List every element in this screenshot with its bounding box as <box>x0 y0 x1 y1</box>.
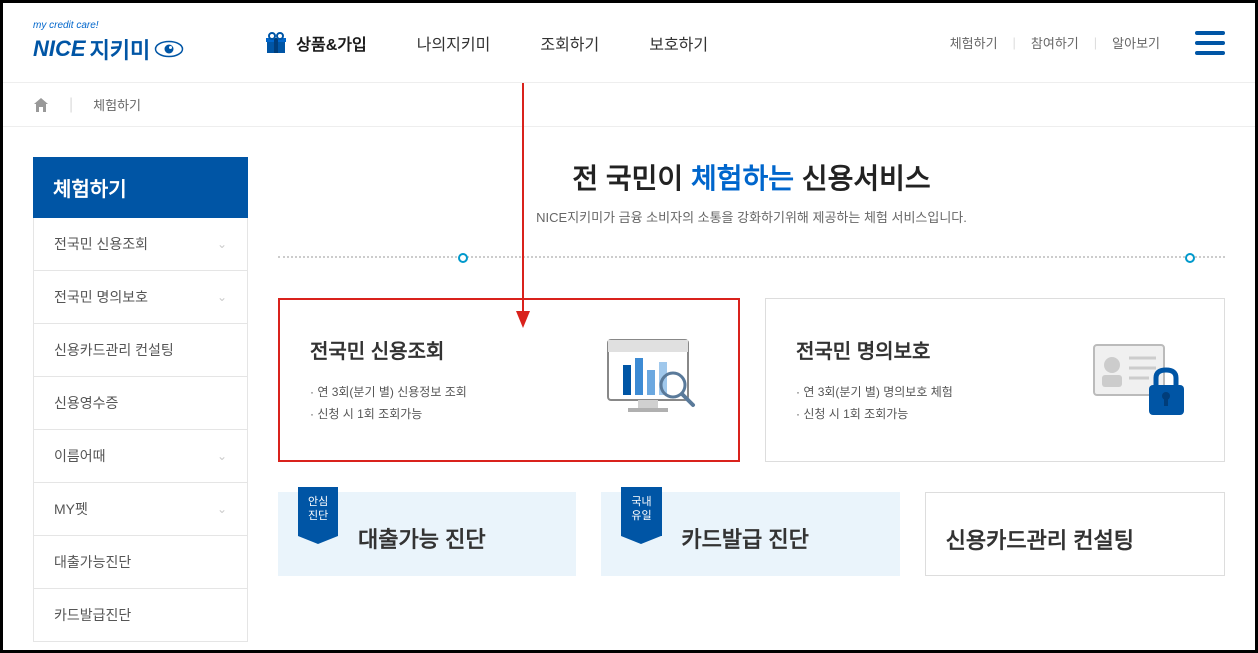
card-identity-protect[interactable]: 전국민 명의보호 · 연 3회(분기 별) 명의보호 체험 · 신청 시 1회 … <box>765 298 1225 462</box>
bottom-cards-row: 안심 진단 대출가능 진단 국내 유일 카드발급 진단 신용카드관리 컨설팅 <box>278 492 1225 576</box>
sidebar-list: 전국민 신용조회 ⌄ 전국민 명의보호 ⌄ 신용카드관리 컨설팅 신용영수증 이… <box>33 218 248 642</box>
eye-icon <box>154 39 184 59</box>
util-participate[interactable]: 참여하기 <box>1031 33 1079 52</box>
logo[interactable]: my credit care! NICE 지키미 <box>33 20 184 65</box>
sidebar-item-card-consulting[interactable]: 신용카드관리 컨설팅 <box>34 324 247 377</box>
sidebar-item-identity-protect[interactable]: 전국민 명의보호 ⌄ <box>34 271 247 324</box>
logo-brand-en: NICE <box>33 36 86 62</box>
card-desc: · 연 3회(분기 별) 신용정보 조회 · 신청 시 1회 조회가능 <box>310 382 598 425</box>
dot-marker-icon <box>1185 253 1195 263</box>
nav-protect[interactable]: 보호하기 <box>649 31 708 55</box>
card-title: 전국민 신용조회 <box>310 335 598 364</box>
bottom-card-title: 신용카드관리 컨설팅 <box>946 523 1204 555</box>
breadcrumb: | 체험하기 <box>3 83 1255 127</box>
divider-dotted <box>278 256 1225 258</box>
id-card-lock-icon <box>1084 330 1194 430</box>
sidebar-item-credit-receipt[interactable]: 신용영수증 <box>34 377 247 430</box>
dot-marker-icon <box>458 253 468 263</box>
chevron-down-icon: ⌄ <box>217 290 227 304</box>
page-subtitle: NICE지키미가 금융 소비자의 소통을 강화하기위해 제공하는 체험 서비스입… <box>278 207 1225 226</box>
sidebar: 체험하기 전국민 신용조회 ⌄ 전국민 명의보호 ⌄ 신용카드관리 컨설팅 신용… <box>33 157 248 642</box>
util-learn[interactable]: 알아보기 <box>1112 33 1160 52</box>
ribbon-badge: 국내 유일 <box>621 487 661 536</box>
sidebar-title: 체험하기 <box>33 157 248 218</box>
nav-products[interactable]: 상품&가입 <box>264 31 366 55</box>
monitor-chart-icon <box>598 330 708 430</box>
sidebar-item-card-diag[interactable]: 카드발급진단 <box>34 589 247 641</box>
chevron-down-icon: ⌄ <box>217 237 227 251</box>
main-content: 전 국민이 체험하는 신용서비스 NICE지키미가 금융 소비자의 소통을 강화… <box>278 157 1225 642</box>
card-credit-inquiry[interactable]: 전국민 신용조회 · 연 3회(분기 별) 신용정보 조회 · 신청 시 1회 … <box>278 298 740 462</box>
card-card-consulting[interactable]: 신용카드관리 컨설팅 <box>925 492 1225 576</box>
nav-my[interactable]: 나의지키미 <box>417 31 491 55</box>
bottom-card-title: 카드발급 진단 <box>681 522 879 554</box>
page-title: 전 국민이 체험하는 신용서비스 <box>278 157 1225 197</box>
chevron-down-icon: ⌄ <box>217 502 227 516</box>
sidebar-item-mypet[interactable]: MY펫 ⌄ <box>34 483 247 536</box>
logo-brand-kr: 지키미 <box>90 33 151 65</box>
breadcrumb-current: 체험하기 <box>93 95 141 114</box>
card-cardissue-diag[interactable]: 국내 유일 카드발급 진단 <box>601 492 899 576</box>
sidebar-item-name-how[interactable]: 이름어때 ⌄ <box>34 430 247 483</box>
bottom-card-title: 대출가능 진단 <box>358 522 556 554</box>
service-cards-row: 전국민 신용조회 · 연 3회(분기 별) 신용정보 조회 · 신청 시 1회 … <box>278 298 1225 462</box>
utility-nav: 체험하기 | 참여하기 | 알아보기 <box>950 31 1225 55</box>
card-title: 전국민 명의보호 <box>796 335 1084 364</box>
main-nav: 상품&가입 나의지키미 조회하기 보호하기 <box>264 31 949 55</box>
ribbon-badge: 안심 진단 <box>298 487 338 536</box>
card-desc: · 연 3회(분기 별) 명의보호 체험 · 신청 시 1회 조회가능 <box>796 382 1084 425</box>
home-icon[interactable] <box>33 97 49 113</box>
nav-inquiry[interactable]: 조회하기 <box>540 31 599 55</box>
gift-icon <box>264 31 288 55</box>
card-loan-diag[interactable]: 안심 진단 대출가능 진단 <box>278 492 576 576</box>
sidebar-item-loan-diag[interactable]: 대출가능진단 <box>34 536 247 589</box>
sidebar-item-credit-inquiry[interactable]: 전국민 신용조회 ⌄ <box>34 218 247 271</box>
util-experience[interactable]: 체험하기 <box>950 33 998 52</box>
main-header: my credit care! NICE 지키미 상품&가입 나의지키미 조회하… <box>3 3 1255 83</box>
hamburger-menu-icon[interactable] <box>1195 31 1225 55</box>
nav-label: 상품&가입 <box>296 31 366 55</box>
logo-tagline: my credit care! <box>33 20 184 31</box>
chevron-down-icon: ⌄ <box>217 449 227 463</box>
